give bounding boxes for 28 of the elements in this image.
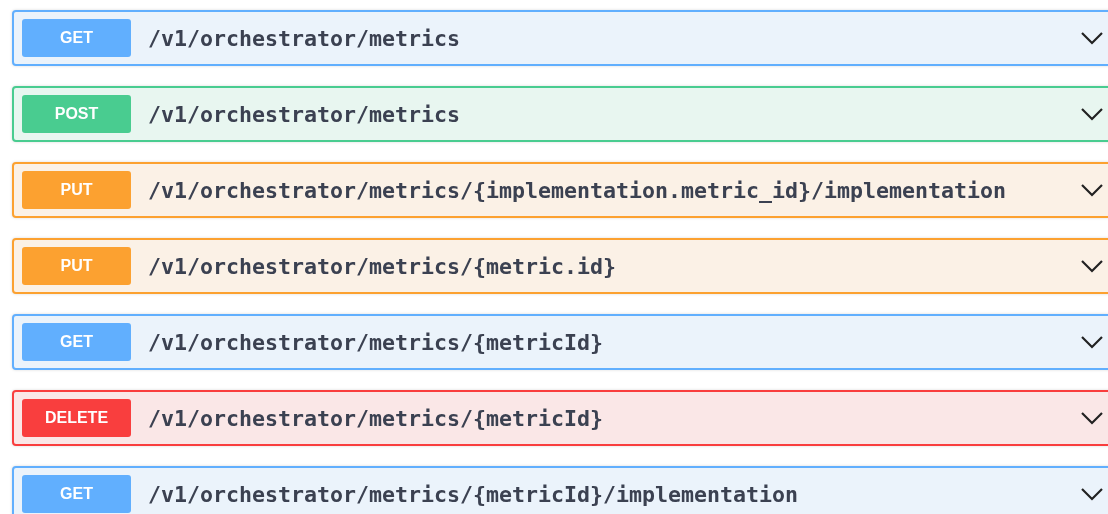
chevron-down-icon[interactable] xyxy=(1080,411,1104,425)
operation-row[interactable]: GET /v1/orchestrator/metrics/{metricId} xyxy=(12,314,1108,370)
operation-row[interactable]: PUT /v1/orchestrator/metrics/{implementation.metric_id}/implementation xyxy=(12,162,1108,218)
method-badge: PUT xyxy=(22,247,131,285)
operation-row[interactable]: GET /v1/orchestrator/metrics xyxy=(12,10,1108,66)
method-badge: PUT xyxy=(22,171,131,209)
endpoint-path: /v1/orchestrator/metrics/{metricId}/implementation xyxy=(148,481,800,507)
chevron-down-icon[interactable] xyxy=(1080,335,1104,349)
chevron-down-icon[interactable] xyxy=(1080,107,1104,121)
operation-row[interactable]: POST /v1/orchestrator/metrics xyxy=(12,86,1108,142)
endpoint-path: /v1/orchestrator/metrics xyxy=(148,25,461,51)
operation-row[interactable]: GET /v1/orchestrator/metrics/{metricId}/implementation xyxy=(12,466,1108,514)
endpoint-path: /v1/orchestrator/metrics/{metric.id} xyxy=(148,253,618,279)
endpoint-path: /v1/orchestrator/metrics/{metricId} xyxy=(148,405,605,431)
chevron-down-icon[interactable] xyxy=(1080,183,1104,197)
method-badge: GET xyxy=(22,475,131,513)
endpoint-path: /v1/orchestrator/metrics/{implementation.metric_id}/implementation xyxy=(148,177,1008,203)
chevron-down-icon[interactable] xyxy=(1080,487,1104,501)
operation-row[interactable]: DELETE /v1/orchestrator/metrics/{metricId} xyxy=(12,390,1108,446)
method-badge: POST xyxy=(22,95,131,133)
method-badge: DELETE xyxy=(22,399,131,437)
chevron-down-icon[interactable] xyxy=(1080,259,1104,273)
endpoint-path: /v1/orchestrator/metrics/{metricId} xyxy=(148,329,605,355)
method-badge: GET xyxy=(22,19,131,57)
chevron-down-icon[interactable] xyxy=(1080,31,1104,45)
operation-row[interactable]: PUT /v1/orchestrator/metrics/{metric.id} xyxy=(12,238,1108,294)
endpoint-path: /v1/orchestrator/metrics xyxy=(148,101,461,127)
method-badge: GET xyxy=(22,323,131,361)
